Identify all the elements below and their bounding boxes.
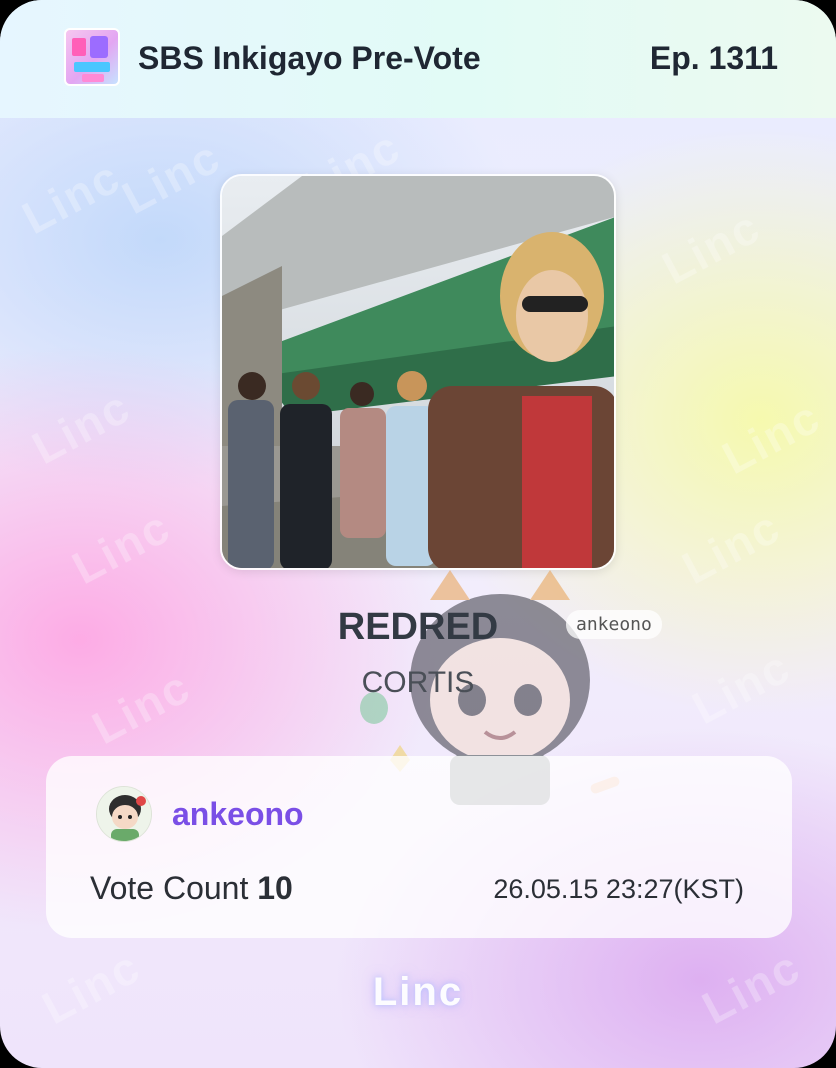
header-bar: SBS Inkigayo Pre-Vote Ep. 1311 bbox=[0, 0, 836, 118]
vote-card: Linc Linc Linc Linc Linc Linc Linc Linc … bbox=[0, 0, 836, 1068]
watermark-text: Linc bbox=[653, 199, 769, 295]
vote-info-panel bbox=[46, 756, 792, 938]
vote-count: Vote Count 10 bbox=[90, 870, 293, 907]
show-logo-icon bbox=[64, 28, 120, 86]
watermark-text: Linc bbox=[13, 149, 129, 245]
watermark-text: Linc bbox=[23, 379, 139, 475]
episode-number: Ep. 1311 bbox=[649, 40, 778, 76]
song-title: REDRED bbox=[337, 606, 499, 648]
vote-count-value: 10 bbox=[257, 870, 293, 906]
artist-photo bbox=[220, 174, 616, 570]
linc-logo: Linc bbox=[372, 970, 464, 1014]
watermark-text: Linc bbox=[713, 389, 829, 485]
user-avatar bbox=[96, 786, 152, 842]
artist-name: CORTIS bbox=[361, 666, 475, 699]
show-title: SBS Inkigayo Pre-Vote bbox=[138, 40, 481, 76]
voter-username: ankeono bbox=[172, 796, 304, 832]
watermark-text: Linc bbox=[673, 499, 789, 595]
watermark-text: Linc bbox=[113, 129, 229, 225]
vote-timestamp: 26.05.15 23:27(KST) bbox=[493, 874, 744, 904]
watermark-text: Linc bbox=[63, 499, 179, 595]
vote-count-label: Vote Count bbox=[90, 870, 258, 906]
